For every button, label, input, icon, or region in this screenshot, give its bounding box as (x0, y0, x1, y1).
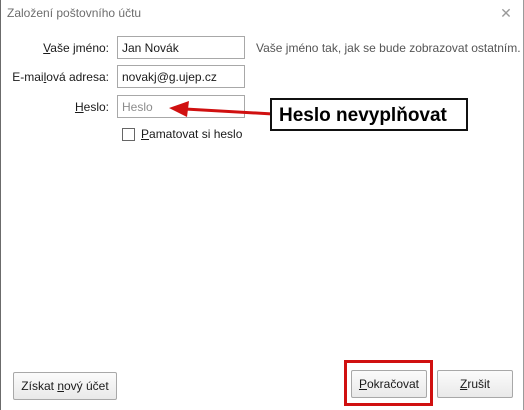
remember-password-checkbox[interactable] (122, 127, 135, 141)
continue-highlight-annotation (344, 360, 433, 406)
annotation-arrow (169, 101, 274, 117)
remember-password-label: Pamatovat si heslo (141, 127, 243, 141)
get-new-account-button[interactable]: Získat nový účet (13, 372, 117, 400)
remember-password-row[interactable]: Pamatovat si heslo (122, 126, 242, 142)
cancel-button[interactable]: Zrušit (437, 370, 513, 398)
annotation-text: Heslo nevyplňovat (279, 105, 447, 126)
name-hint: Vaše jméno tak, jak se bude zobrazovat o… (256, 41, 521, 55)
account-setup-dialog: Založení poštovního účtu ✕ Vaše jméno: V… (0, 0, 524, 410)
name-label: Vaše jméno: (43, 41, 109, 55)
close-icon[interactable]: ✕ (495, 3, 517, 23)
email-label: E-mailová adresa: (12, 70, 109, 84)
title-bar: Založení poštovního účtu ✕ (1, 0, 523, 28)
email-input[interactable] (117, 65, 245, 88)
window-title: Založení poštovního účtu (7, 6, 142, 20)
name-input[interactable] (117, 36, 245, 59)
password-label: Heslo: (74, 100, 109, 114)
annotation-callout: Heslo nevyplňovat (270, 98, 468, 131)
